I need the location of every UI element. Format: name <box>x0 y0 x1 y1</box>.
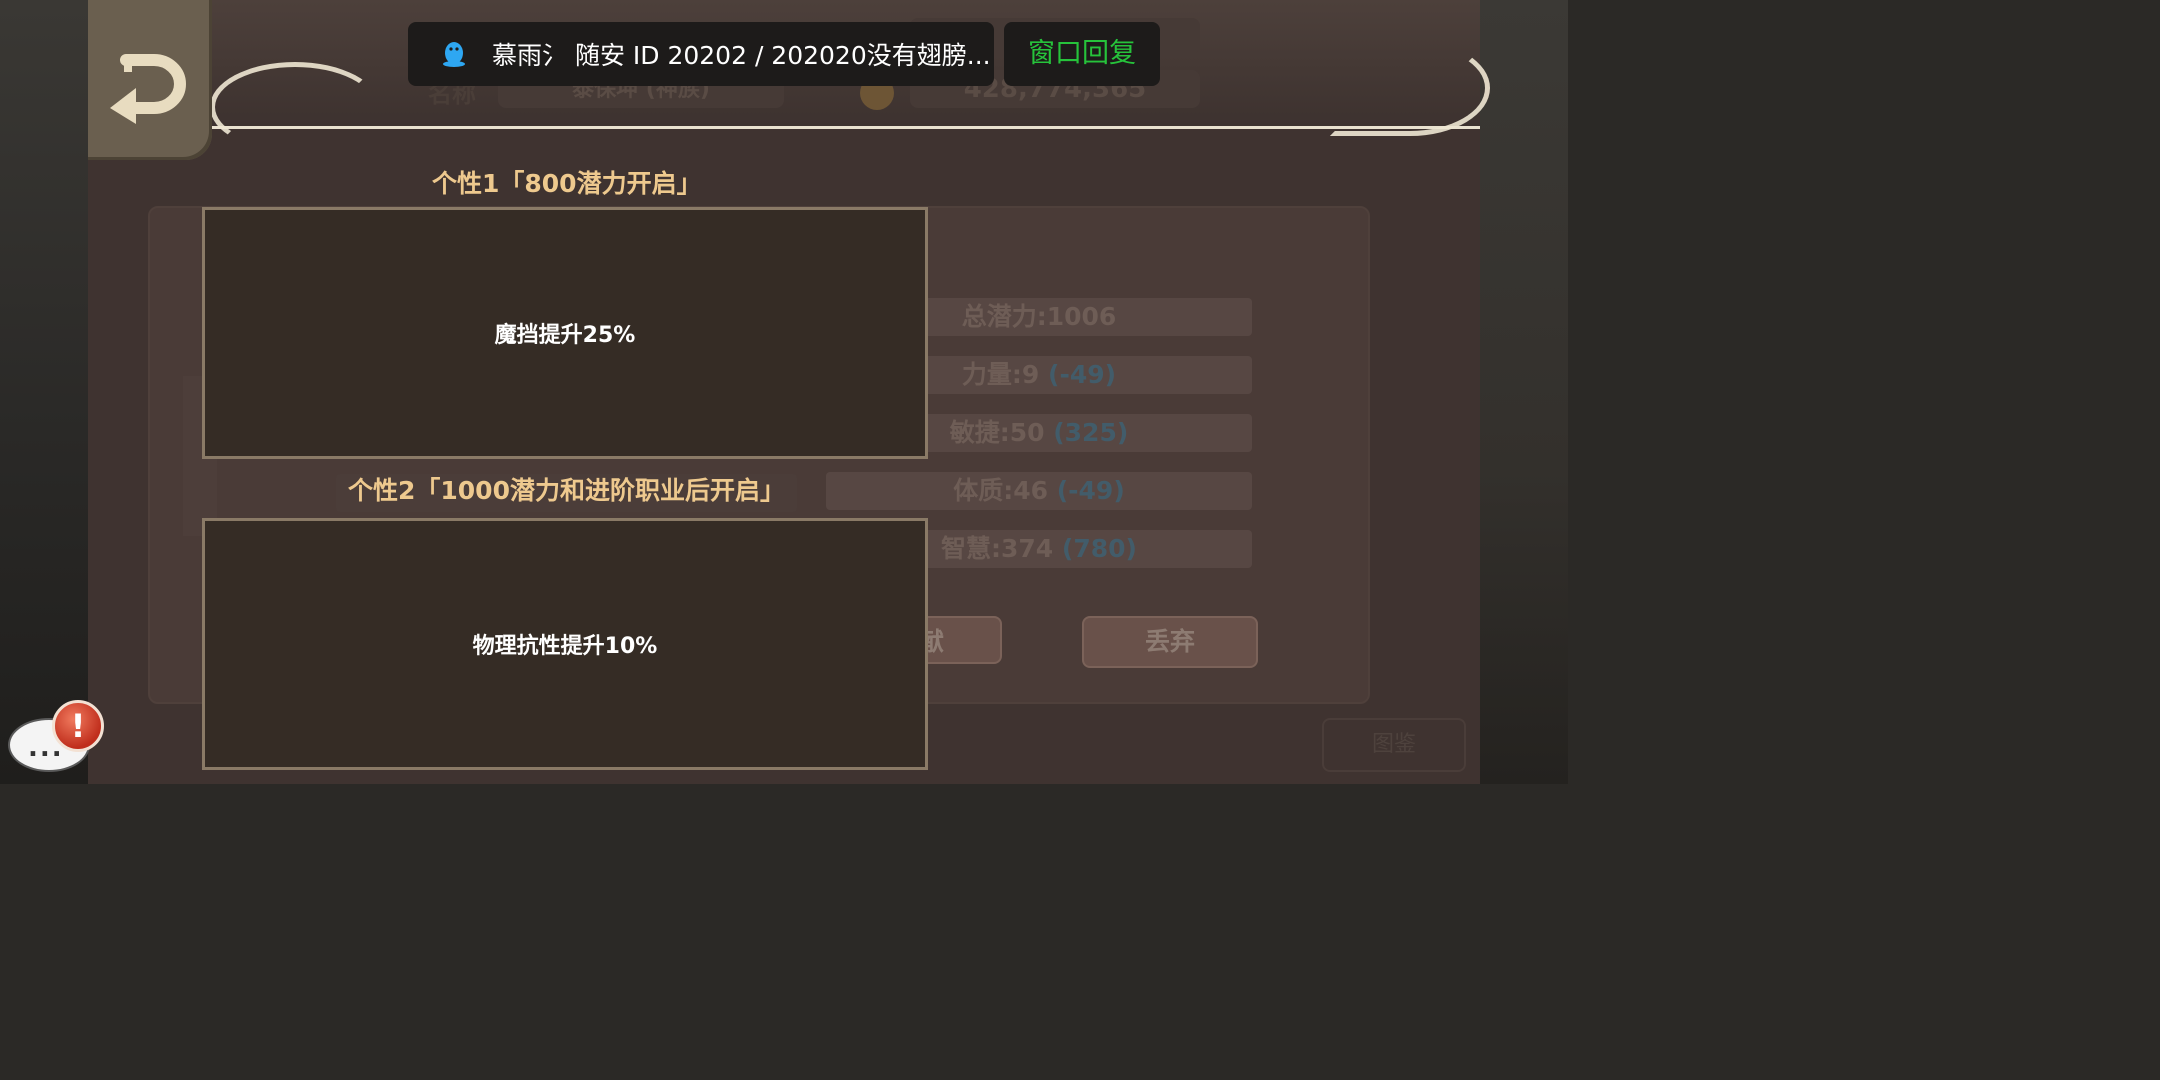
stat-label: 体质:46 <box>953 476 1049 505</box>
ornament-swirl-right <box>1330 40 1490 136</box>
stat-label: 智慧:374 <box>941 534 1054 563</box>
trait-1-effect: 魔挡提升25% <box>494 323 636 348</box>
trait-2-effect: 物理抗性提升10% <box>472 634 658 659</box>
qq-notification[interactable]: 慕雨氵 随安 ID 20202 / 202020没有翅膀... <box>408 22 994 86</box>
window-restore-button[interactable]: 窗口回复 <box>1004 22 1160 86</box>
stat-delta: (780) <box>1061 534 1137 563</box>
stat-label: 力量:9 <box>961 360 1040 389</box>
ornament-swirl-left <box>210 62 380 152</box>
notification-text: 慕雨氵 随安 ID 20202 / 202020没有翅膀... <box>492 41 991 70</box>
back-arrow-icon <box>110 54 186 124</box>
stat-delta: (-49) <box>1048 360 1117 389</box>
stat-delta: (-49) <box>1056 476 1125 505</box>
background-right <box>1480 0 1568 784</box>
stat-row-constitution: 体质:46 (-49) <box>826 472 1252 510</box>
trait-2-box: 物理抗性提升10% <box>202 518 928 770</box>
alert-icon[interactable]: ! <box>52 700 104 752</box>
codex-button[interactable]: 图鉴 <box>1322 718 1466 772</box>
background-left <box>0 0 88 784</box>
discard-button[interactable]: 丢弃 <box>1082 616 1258 668</box>
stat-label: 总潜力:1006 <box>961 302 1117 331</box>
qq-penguin-icon <box>443 42 465 67</box>
trait-1-title: 个性1「800潜力开启」 <box>432 169 702 198</box>
trait-1-box: 魔挡提升25% <box>202 207 928 459</box>
stat-label: 敏捷:50 <box>949 418 1045 447</box>
stat-delta: (325) <box>1053 418 1129 447</box>
trait-2-title: 个性2「1000潜力和进阶职业后开启」 <box>336 474 797 512</box>
